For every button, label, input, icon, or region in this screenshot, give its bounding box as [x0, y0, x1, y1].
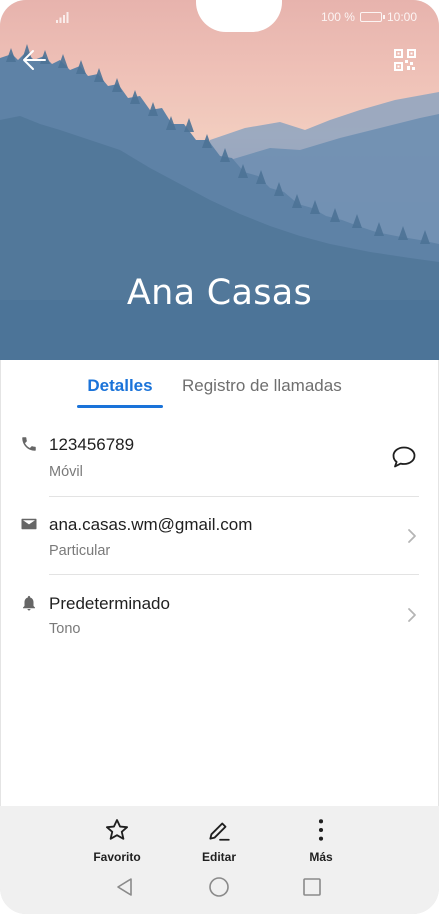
divider — [49, 574, 419, 575]
phone-icon — [22, 437, 36, 451]
back-triangle-icon — [117, 878, 132, 896]
chevron-right-icon — [405, 605, 419, 625]
more-label: Más — [309, 850, 333, 864]
contact-detail-screen: 100 % 10:00 Ana Casas Detalles Registro … — [0, 0, 439, 914]
phone-number: 123456789 — [49, 435, 135, 454]
chevron-right-icon — [405, 526, 419, 546]
active-tab-indicator — [77, 405, 163, 408]
detail-tabs: Detalles Registro de llamadas — [0, 376, 439, 410]
divider — [49, 496, 419, 497]
edit-icon — [209, 822, 230, 841]
email-address: ana.casas.wm@gmail.com — [49, 515, 253, 534]
bell-icon — [23, 595, 35, 611]
email-type: Particular — [49, 543, 111, 559]
phone-row[interactable]: 123456789 Móvil — [0, 430, 439, 496]
tab-call-log[interactable]: Registro de llamadas — [182, 376, 342, 396]
contact-header: 100 % 10:00 Ana Casas — [0, 0, 439, 360]
recents-square-icon — [303, 878, 321, 896]
message-bubble-icon — [392, 446, 416, 468]
contact-name: Ana Casas — [126, 273, 313, 313]
qr-code-icon — [394, 49, 416, 71]
more-vertical-icon — [318, 819, 324, 841]
ringtone-row[interactable]: Predeterminado Tono — [0, 589, 439, 653]
email-row[interactable]: ana.casas.wm@gmail.com Particular — [0, 510, 439, 574]
signal-icon — [56, 12, 69, 23]
qr-code-button[interactable] — [387, 42, 423, 78]
battery-icon — [359, 12, 385, 22]
edit-label: Editar — [201, 850, 236, 864]
star-icon — [106, 819, 128, 840]
edit-button[interactable]: Editar — [179, 816, 259, 864]
nav-home-button[interactable] — [204, 872, 234, 902]
email-icon — [21, 518, 37, 530]
favorite-label: Favorito — [93, 850, 141, 864]
more-button[interactable]: Más — [281, 816, 361, 864]
clock: 10:00 — [386, 10, 417, 24]
back-button[interactable] — [16, 42, 52, 78]
status-bar-left — [55, 9, 69, 25]
tab-details[interactable]: Detalles — [77, 376, 163, 396]
favorite-button[interactable]: Favorito — [77, 816, 157, 864]
nav-recents-button[interactable] — [297, 872, 327, 902]
arrow-left-icon — [23, 50, 46, 70]
phone-type: Móvil — [49, 464, 83, 480]
status-bar-right: 100 % 10:00 — [321, 9, 417, 25]
battery-percent: 100 % — [320, 10, 355, 24]
home-circle-icon — [209, 877, 229, 897]
message-button[interactable] — [389, 442, 419, 472]
ringtone-label: Tono — [49, 621, 81, 637]
nav-back-button[interactable] — [110, 872, 140, 902]
ringtone-value: Predeterminado — [49, 594, 170, 613]
